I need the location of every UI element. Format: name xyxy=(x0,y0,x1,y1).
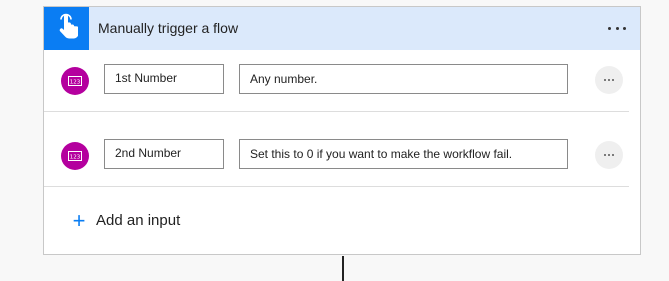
row-divider xyxy=(44,111,629,112)
trigger-card: Manually trigger a flow 123 1st Number A… xyxy=(43,6,641,255)
input-more-icon[interactable] xyxy=(595,66,623,94)
trigger-header[interactable]: Manually trigger a flow xyxy=(44,7,640,50)
svg-text:123: 123 xyxy=(70,79,81,85)
trigger-title: Manually trigger a flow xyxy=(98,20,239,36)
number-icon: 123 xyxy=(61,67,89,95)
input-row-2: 123 2nd Number Set this to 0 if you want… xyxy=(44,125,640,185)
row-divider xyxy=(44,186,629,187)
svg-text:123: 123 xyxy=(70,154,81,160)
number-icon: 123 xyxy=(61,142,89,170)
input-description-field[interactable]: Set this to 0 if you want to make the wo… xyxy=(239,139,568,169)
plus-icon: + xyxy=(72,208,86,233)
add-input-button[interactable]: + Add an input xyxy=(70,208,181,233)
input-name-field[interactable]: 2nd Number xyxy=(104,139,224,169)
input-row-1: 123 1st Number Any number. xyxy=(44,50,640,110)
input-name-field[interactable]: 1st Number xyxy=(104,64,224,94)
trigger-tile xyxy=(44,7,89,50)
flow-connector-line xyxy=(342,256,344,281)
more-options-icon[interactable] xyxy=(608,19,626,37)
add-input-label: Add an input xyxy=(96,212,181,229)
input-more-icon[interactable] xyxy=(595,141,623,169)
touch-hand-icon xyxy=(56,13,79,44)
input-description-field[interactable]: Any number. xyxy=(239,64,568,94)
